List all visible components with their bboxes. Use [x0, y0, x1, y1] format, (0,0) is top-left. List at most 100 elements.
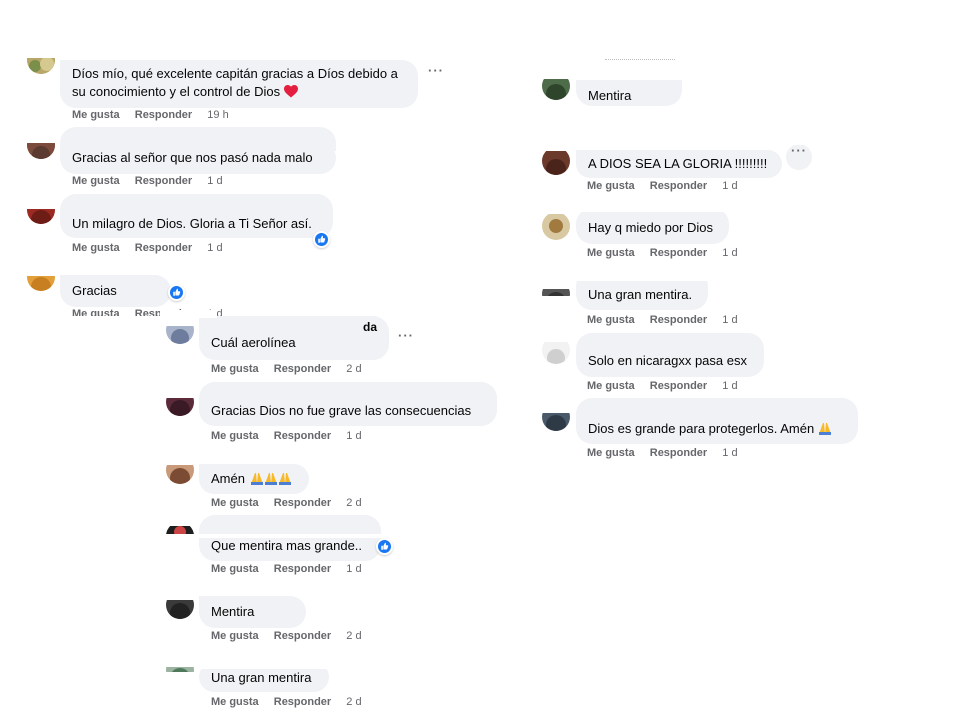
like-button[interactable]: Me gusta: [587, 247, 635, 259]
comment-actions: Me gusta Responder 1 d: [72, 175, 223, 187]
crop-mask: [576, 206, 728, 212]
like-reaction-badge[interactable]: [168, 284, 185, 301]
like-button[interactable]: Me gusta: [587, 447, 635, 459]
like-button[interactable]: Me gusta: [587, 380, 635, 392]
comment-text: Solo en nicaragxx pasa esx: [588, 353, 747, 368]
comment-bubble[interactable]: Solo en nicaragxx pasa esx: [576, 333, 764, 377]
like-button[interactable]: Me gusta: [587, 314, 635, 326]
like-button[interactable]: Me gusta: [72, 109, 120, 121]
comment-text: Cuál aerolínea: [211, 335, 296, 350]
reply-button[interactable]: Responder: [650, 314, 707, 326]
reply-button[interactable]: Responder: [274, 363, 331, 375]
like-button[interactable]: Me gusta: [72, 309, 120, 316]
comment-actions: Me gusta Responder 2 d: [211, 497, 362, 509]
crop-mask: [536, 330, 576, 342]
timestamp[interactable]: 2 d: [346, 696, 361, 708]
like-button[interactable]: Me gusta: [211, 497, 259, 509]
reply-button[interactable]: Responder: [274, 696, 331, 708]
comment-actions: Me gusta Responder 1 d: [587, 447, 738, 459]
comment-text: Gracias al señor que nos pasó nada malo: [72, 150, 313, 165]
more-options-button[interactable]: ···: [424, 64, 448, 82]
comment-bubble[interactable]: Dios es grande para protegerlos. Amén: [576, 398, 858, 444]
comment-actions: Me gusta Responder 1 d: [587, 247, 738, 259]
comment-text: Hay q miedo por Dios: [588, 220, 713, 235]
author-name-fragment[interactable]: da: [211, 320, 377, 334]
pray-emoji: [249, 471, 291, 490]
timestamp[interactable]: 1 d: [346, 563, 361, 575]
like-button[interactable]: Me gusta: [587, 180, 635, 192]
comment-text: Gracias Dios no fue grave las consecuenc…: [211, 403, 472, 418]
reply-button[interactable]: Responder: [650, 247, 707, 259]
reply-button[interactable]: Responder: [650, 447, 707, 459]
timestamp[interactable]: 1 d: [722, 314, 737, 326]
like-icon: [318, 235, 326, 243]
like-button[interactable]: Me gusta: [211, 430, 259, 442]
timestamp[interactable]: 1 d: [722, 447, 737, 459]
avatar[interactable]: [542, 212, 570, 240]
timestamp[interactable]: 1 d: [722, 380, 737, 392]
crop-mask: [160, 649, 200, 667]
crop-mask: [160, 585, 200, 600]
crop-mask: [199, 662, 329, 669]
like-button[interactable]: Me gusta: [72, 242, 120, 254]
reply-button[interactable]: Responder: [274, 630, 331, 642]
comment-bubble[interactable]: Díos mío, qué excelente capitán gracias …: [60, 60, 418, 108]
like-reaction-badge[interactable]: [313, 231, 330, 248]
more-options-button[interactable]: ···: [394, 329, 418, 347]
reply-button[interactable]: Responder: [135, 175, 192, 187]
comment-text: Díos mío, qué excelente capitán gracias …: [72, 66, 398, 99]
comment-text: A DIOS SEA LA GLORIA !!!!!!!!!: [588, 156, 768, 171]
reply-button[interactable]: Responder: [274, 563, 331, 575]
like-reaction-badge[interactable]: [376, 538, 393, 555]
comment-bubble[interactable]: Gracias: [60, 275, 171, 307]
crop-mask: [536, 66, 576, 79]
crop-mask: [160, 310, 200, 326]
like-button[interactable]: Me gusta: [72, 175, 120, 187]
like-button[interactable]: Me gusta: [211, 630, 259, 642]
comment-bubble[interactable]: da Cuál aerolínea: [199, 316, 389, 360]
avatar[interactable]: [542, 147, 570, 175]
timestamp[interactable]: 2 d: [346, 363, 361, 375]
like-button[interactable]: Me gusta: [211, 363, 259, 375]
timestamp[interactable]: 2 d: [346, 497, 361, 509]
comment-text: Un milagro de Dios. Gloria a Ti Señor as…: [72, 216, 312, 231]
timestamp[interactable]: 1 d: [346, 430, 361, 442]
timestamp[interactable]: 1 d: [722, 180, 737, 192]
comment-actions: Me gusta Responder 1 d: [587, 380, 738, 392]
crop-mask: [536, 140, 576, 151]
crop-mask: [536, 397, 576, 413]
more-options-button[interactable]: ···: [786, 144, 812, 170]
like-button[interactable]: Me gusta: [211, 563, 259, 575]
timestamp[interactable]: 2 d: [346, 630, 361, 642]
comment-bubble[interactable]: Mentira: [199, 596, 306, 628]
crop-mask: [160, 534, 200, 554]
reply-button[interactable]: Responder: [274, 430, 331, 442]
avatar-image: [542, 147, 570, 175]
timestamp[interactable]: 1 d: [722, 247, 737, 259]
comment-bubble[interactable]: Gracias Dios no fue grave las consecuenc…: [199, 382, 497, 426]
comment-actions: Me gusta Responder 1 d: [587, 314, 738, 326]
reply-button[interactable]: Responder: [650, 180, 707, 192]
crop-mask: [20, 190, 64, 209]
comment-bubble[interactable]: Hay q miedo por Dios: [576, 208, 729, 244]
comment-bubble[interactable]: A DIOS SEA LA GLORIA !!!!!!!!!: [576, 150, 782, 178]
reply-button[interactable]: Responder: [650, 380, 707, 392]
comment-text: Una gran mentira.: [588, 287, 693, 302]
comment-text: Una gran mentira: [211, 670, 312, 685]
timestamp[interactable]: 1 d: [207, 242, 222, 254]
comment-text: Mentira: [211, 604, 255, 619]
comment-text: Mentira: [588, 88, 632, 103]
like-icon: [381, 542, 389, 550]
crop-mask: [536, 274, 576, 289]
like-button[interactable]: Me gusta: [211, 696, 259, 708]
comment-bubble[interactable]: Un milagro de Dios. Gloria a Ti Señor as…: [60, 194, 333, 238]
reply-button[interactable]: Responder: [274, 497, 331, 509]
reply-button[interactable]: Responder: [135, 242, 192, 254]
timestamp[interactable]: 1 d: [207, 175, 222, 187]
comment-bubble[interactable]: Que mentira mas grande..: [199, 515, 381, 561]
crop-mask: [160, 672, 200, 688]
reply-button[interactable]: Responder: [135, 109, 192, 121]
timestamp[interactable]: 19 h: [207, 109, 228, 121]
crop-mask: [20, 40, 64, 58]
comment-bubble[interactable]: Amén: [199, 464, 309, 494]
